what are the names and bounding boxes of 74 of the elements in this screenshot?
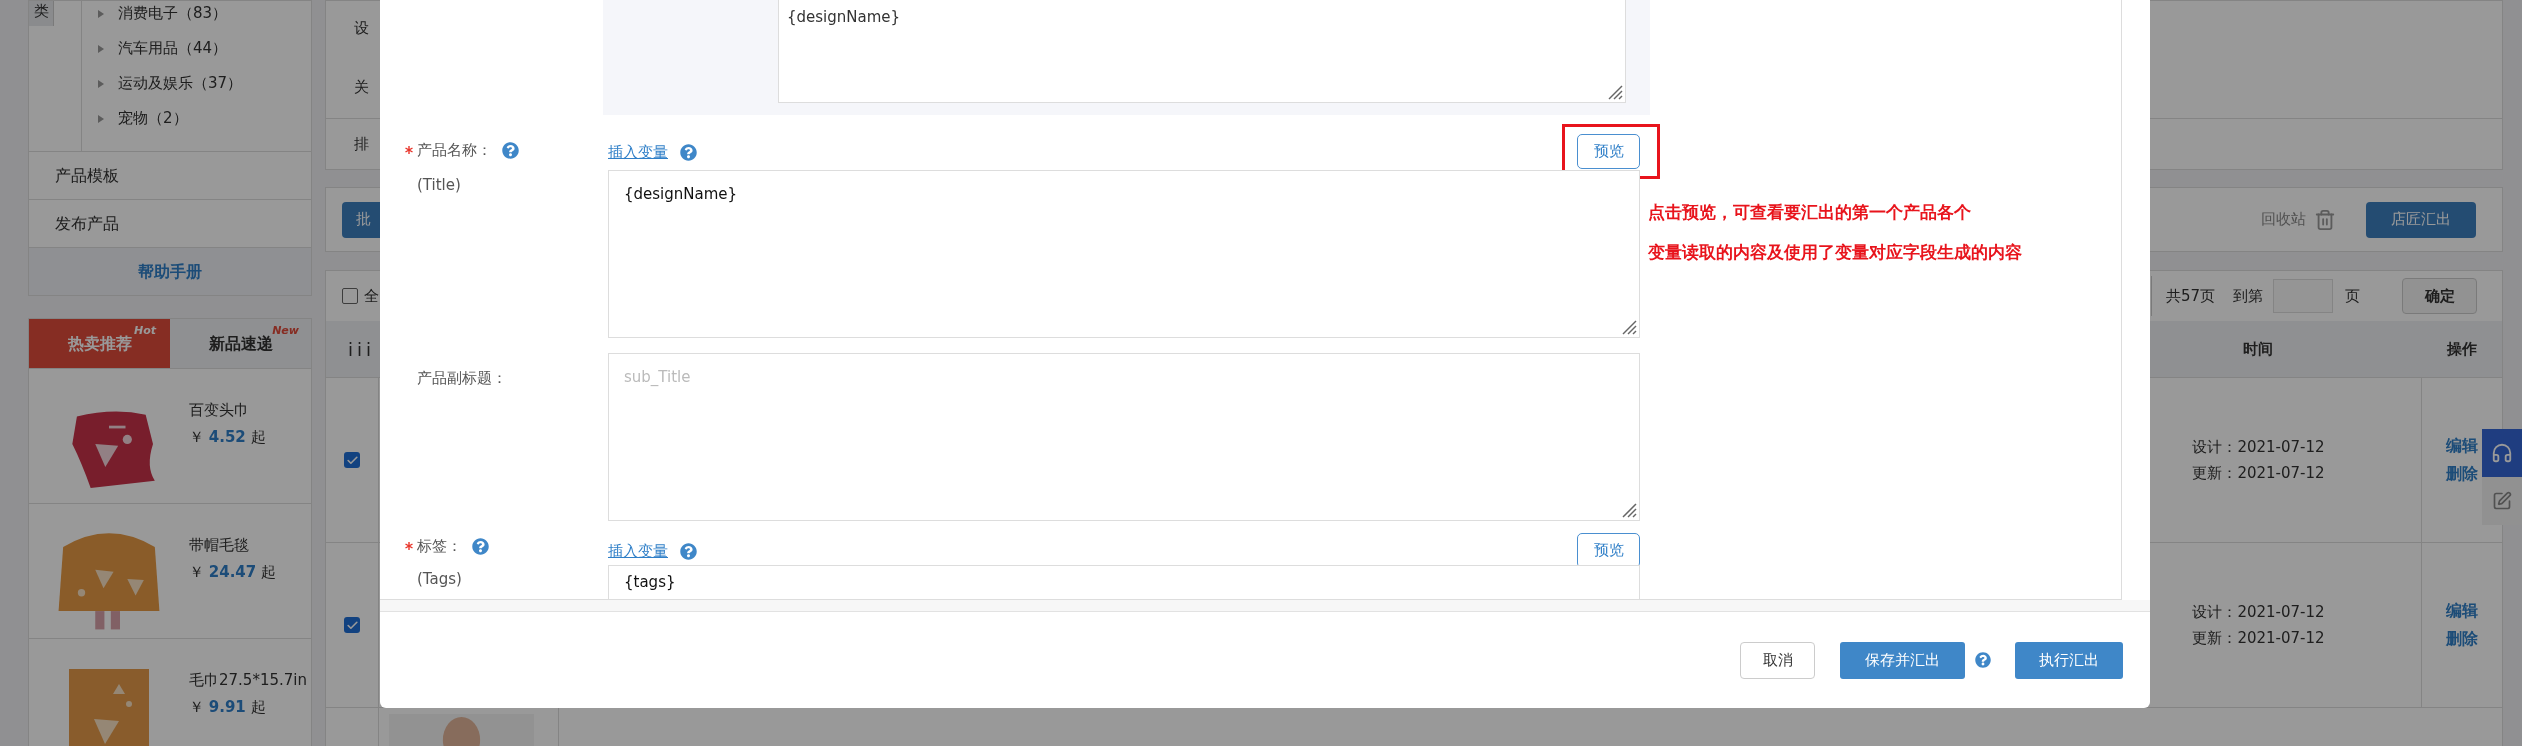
category-item[interactable]: 宠物（2） — [118, 107, 188, 130]
product-name[interactable]: 带帽毛毯 — [189, 534, 276, 557]
select-all-label[interactable]: 全 — [364, 284, 379, 308]
field-label: 产品名称： — [417, 140, 492, 161]
save-export-button[interactable]: 保存并汇出 — [1840, 641, 1965, 679]
goto-label: 到第 — [2233, 285, 2263, 307]
resize-handle-icon[interactable] — [1621, 319, 1637, 335]
update-date: 更新：2021-07-12 — [2192, 628, 2325, 649]
action-link[interactable]: 编辑 — [2446, 599, 2478, 623]
product-name[interactable]: 百变头巾 — [189, 399, 266, 422]
design-date: 设计：2021-07-12 — [2192, 601, 2325, 623]
preview-button[interactable]: 预览 — [1577, 134, 1640, 169]
resize-handle-icon[interactable] — [1607, 84, 1623, 100]
checkbox[interactable] — [342, 288, 358, 304]
product-name[interactable]: 毛巾27.5*15.7in — [189, 669, 307, 692]
category-item[interactable]: 消费电子（83） — [118, 2, 228, 25]
checkbox[interactable] — [344, 452, 360, 468]
help-icon[interactable] — [472, 537, 489, 555]
action-link[interactable]: 编辑 — [2446, 434, 2478, 458]
checkbox[interactable] — [344, 617, 360, 633]
edit-icon — [2492, 491, 2512, 511]
promo-tab[interactable]: 热卖推荐 Hot — [29, 319, 170, 368]
text-area[interactable]: {tags} — [608, 565, 1640, 599]
help-icon[interactable] — [1975, 652, 1991, 668]
text-area[interactable]: {designName} — [608, 170, 1640, 338]
category-item[interactable]: 汽车用品（44） — [118, 37, 228, 60]
column-header: 时间 — [2242, 338, 2274, 360]
category-item[interactable]: 运动及娱乐（37） — [118, 72, 243, 95]
badge-label: Hot — [133, 323, 156, 339]
category-tab[interactable]: 类 — [29, 1, 54, 26]
trash-icon[interactable] — [2314, 208, 2336, 231]
product-price: ￥ 9.91 起 — [189, 696, 267, 718]
sidebar-menu-item[interactable]: 发布产品 — [28, 200, 312, 248]
support-button[interactable] — [2482, 429, 2522, 477]
design-date: 设计：2021-07-12 — [2192, 436, 2325, 458]
resize-handle-icon[interactable] — [1621, 502, 1637, 518]
badge-label: New — [272, 323, 299, 337]
annotation-text: 点击预览，可查看要汇出的第一个产品各个 — [1648, 201, 1972, 224]
help-link[interactable]: 帮助手册 — [28, 248, 312, 296]
caret-icon[interactable] — [96, 8, 106, 19]
field-label: 产品副标题： — [417, 368, 507, 389]
execute-export-button[interactable]: 执行汇出 — [2015, 641, 2123, 679]
field-sublabel: (Title) — [416, 174, 462, 196]
insert-variable-link[interactable]: 插入变量 — [608, 141, 668, 164]
promo-tab[interactable]: 新品速递 New — [170, 319, 311, 368]
action-link[interactable]: 删除 — [2446, 627, 2478, 651]
update-date: 更新：2021-07-12 — [2192, 463, 2325, 484]
caret-icon[interactable] — [96, 43, 106, 54]
headset-icon — [2491, 442, 2513, 464]
caret-icon[interactable] — [96, 78, 106, 89]
column-header: iii — [347, 337, 376, 362]
column-header: 操作 — [2445, 338, 2478, 360]
product-price: ￥ 24.47 起 — [189, 561, 276, 583]
filter-label: 设 — [354, 18, 369, 39]
confirm-button[interactable]: 确定 — [2402, 278, 2477, 314]
export-button[interactable]: 店匠汇出 — [2366, 201, 2476, 238]
cancel-button[interactable]: 取消 — [1740, 641, 1815, 679]
field-label: 标签： — [417, 536, 462, 557]
sidebar-menu-item[interactable]: 产品模板 — [28, 152, 312, 200]
preview-button[interactable]: 预览 — [1577, 532, 1640, 568]
product-price: ￥ 4.52 起 — [189, 426, 266, 448]
help-icon[interactable] — [502, 141, 519, 159]
field-sublabel: (Tags) — [416, 568, 463, 590]
annotation-text: 变量读取的内容及使用了变量对应字段生成的内容 — [1648, 240, 2022, 264]
insert-variable-link[interactable]: 插入变量 — [608, 539, 668, 563]
help-icon[interactable] — [680, 542, 697, 560]
page-unit: 页 — [2345, 285, 2360, 307]
filter-label: 关 — [354, 76, 369, 98]
caret-icon[interactable] — [96, 113, 106, 124]
action-link[interactable]: 删除 — [2446, 462, 2478, 486]
sort-label: 排 — [354, 133, 369, 155]
recycle-bin-link[interactable]: 回收站 — [2261, 208, 2306, 231]
help-icon[interactable] — [680, 144, 697, 161]
text-area[interactable]: {designName} — [778, 0, 1626, 103]
